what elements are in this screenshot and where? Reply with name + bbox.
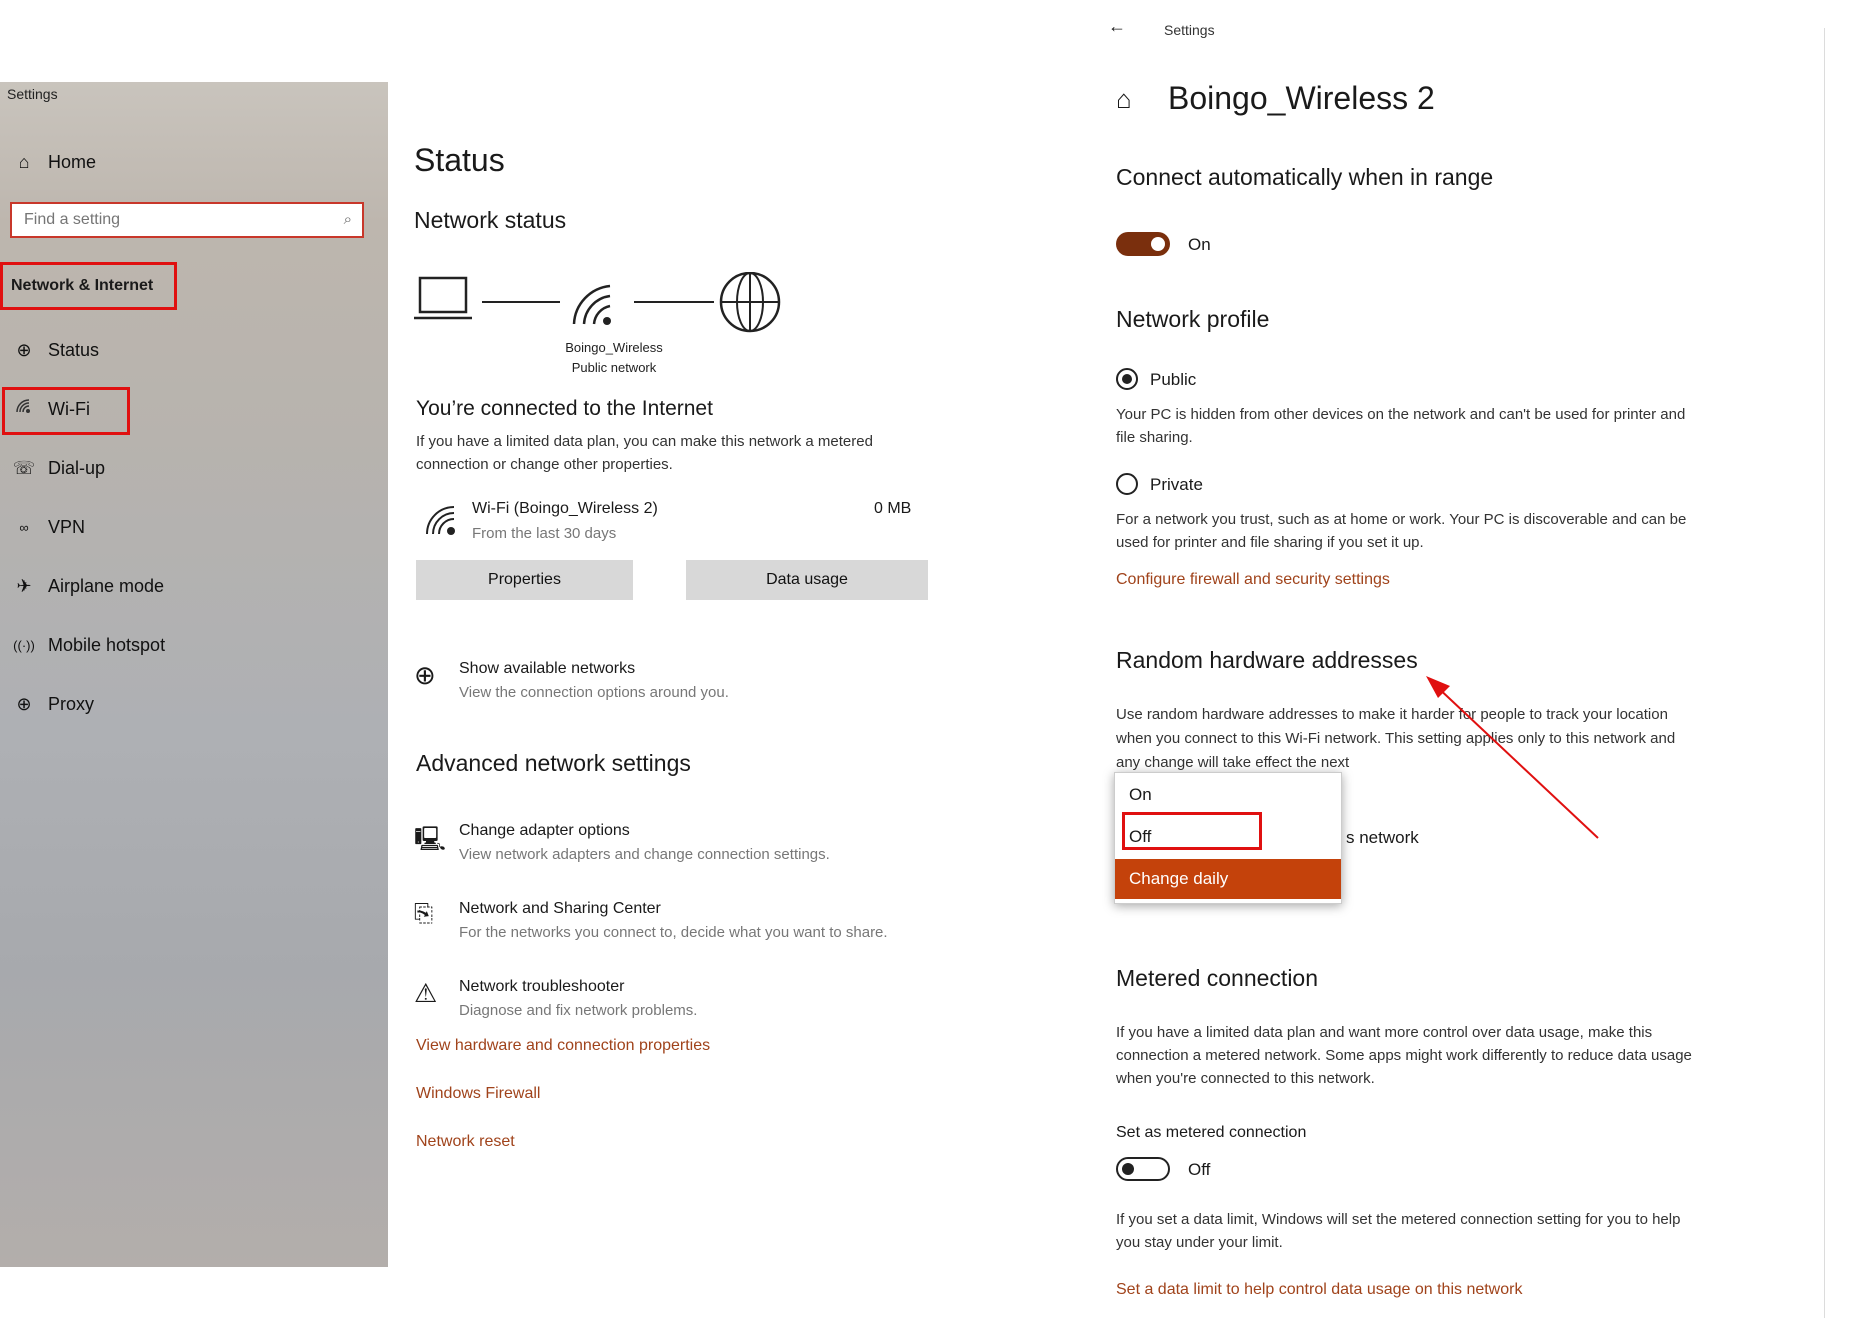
network-diagram	[414, 272, 781, 333]
random-hw-heading: Random hardware addresses	[1116, 647, 1418, 673]
globe-icon: ⊕	[414, 660, 436, 690]
sidebar-item-hotspot[interactable]: ((·)) Mobile hotspot	[0, 623, 388, 667]
connection-name: Wi-Fi (Boingo_Wireless 2)	[472, 500, 658, 517]
network-troubleshooter[interactable]: ⚠ Network troubleshooter Diagnose and fi…	[414, 978, 934, 1028]
sidebar: Settings ⌂ Home ⌕ Network & Internet ⊕ S…	[0, 82, 388, 1267]
advanced-item-sub: Diagnose and fix network problems.	[459, 1002, 698, 1019]
sidebar-item-label: Status	[48, 339, 100, 360]
public-radio[interactable]	[1116, 368, 1138, 390]
globe-icon: ⊕	[16, 339, 32, 360]
change-adapter-options[interactable]: 🖳 Change adapter options View network ad…	[414, 822, 934, 872]
page-title: Status	[414, 142, 505, 178]
phone-icon: ☏	[12, 457, 36, 478]
sidebar-item-status[interactable]: ⊕ Status	[0, 328, 388, 372]
data-limit-link[interactable]: Set a data limit to help control data us…	[1116, 1281, 1522, 1299]
connected-heading: You’re connected to the Internet	[416, 397, 713, 420]
sidebar-item-proxy[interactable]: ⊕ Proxy	[0, 682, 388, 726]
search-input[interactable]	[22, 210, 326, 230]
wifi-highlight-box	[2, 387, 130, 435]
settings-window-status: Settings ⌂ Home ⌕ Network & Internet ⊕ S…	[0, 82, 950, 1267]
network-reset-link[interactable]: Network reset	[416, 1133, 515, 1151]
laptop-icon	[418, 276, 468, 314]
network-type: Public network	[571, 360, 657, 375]
annotation-arrow	[1426, 676, 1599, 839]
vpn-icon: ∞	[19, 519, 29, 535]
sidebar-item-label: Dial-up	[48, 457, 106, 478]
airplane-icon: ✈	[16, 575, 32, 596]
windows-firewall-link[interactable]: Windows Firewall	[416, 1085, 540, 1103]
metered-desc: If you have a limited data plan and want…	[1116, 1024, 1692, 1087]
dropdown-option-on[interactable]: On	[1115, 775, 1341, 815]
properties-button[interactable]: Properties	[416, 560, 633, 600]
sidebar-item-label: Airplane mode	[48, 575, 165, 596]
sidebar-item-label: Proxy	[48, 693, 95, 714]
firewall-link[interactable]: Configure firewall and security settings	[1116, 571, 1390, 589]
metered-toggle[interactable]	[1116, 1157, 1170, 1181]
app-title: Settings	[1164, 22, 1215, 38]
home-icon: ⌂	[18, 151, 30, 172]
view-hardware-link[interactable]: View hardware and connection properties	[416, 1037, 710, 1055]
sidebar-item-label: Mobile hotspot	[48, 634, 166, 655]
network-profile-heading: Network profile	[1116, 306, 1270, 332]
metered-state: Off	[1188, 1160, 1211, 1179]
hotspot-icon: ((·))	[13, 637, 35, 653]
advanced-heading: Advanced network settings	[416, 750, 691, 776]
sidebar-item-label: VPN	[48, 516, 86, 537]
home-icon: ⌂	[1116, 84, 1132, 114]
network-sharing-center[interactable]: ⎘ Network and Sharing Center For the net…	[414, 900, 934, 950]
advanced-item-sub: View network adapters and change connect…	[459, 846, 830, 863]
sidebar-item-dialup[interactable]: ☏ Dial-up	[0, 446, 388, 490]
sidebar-item-home[interactable]: ⌂ Home	[0, 140, 388, 184]
show-available-networks[interactable]: ⊕ Show available networks View the conne…	[414, 660, 934, 710]
connect-auto-state: On	[1188, 235, 1211, 254]
globe-icon: ⊕	[16, 693, 32, 714]
connected-text: If you have a limited data plan, you can…	[416, 433, 873, 473]
public-label: Public	[1150, 370, 1197, 389]
status-page: Status Network status Boingo_Wireless Pu…	[414, 82, 934, 1267]
page-title: Boingo_Wireless 2	[1168, 80, 1435, 116]
back-button[interactable]: ←	[1108, 16, 1126, 37]
warning-icon: ⚠	[414, 978, 438, 1008]
adapter-icon: 🖳	[414, 826, 447, 853]
show-networks-sub: View the connection options around you.	[459, 684, 729, 701]
app-title: Settings	[7, 86, 58, 102]
private-label: Private	[1150, 475, 1203, 494]
data-limit-desc: If you set a data limit, Windows will se…	[1116, 1211, 1681, 1251]
advanced-item-title: Network troubleshooter	[459, 978, 625, 995]
sidebar-item-airplane[interactable]: ✈ Airplane mode	[0, 564, 388, 608]
metered-heading: Metered connection	[1116, 965, 1319, 991]
connect-auto-toggle[interactable]	[1116, 232, 1170, 256]
network-name: Boingo_Wireless	[565, 340, 663, 355]
public-desc: Your PC is hidden from other devices on …	[1116, 406, 1686, 446]
sidebar-item-label: Home	[48, 151, 97, 172]
network-status-heading: Network status	[414, 207, 567, 233]
show-networks-title: Show available networks	[459, 660, 636, 677]
sidebar-item-vpn[interactable]: ∞ VPN	[0, 505, 388, 549]
connect-auto-heading: Connect automatically when in range	[1116, 164, 1494, 190]
advanced-item-title: Change adapter options	[459, 822, 630, 839]
connection-usage: 0 MB	[874, 500, 912, 517]
private-desc: For a network you trust, such as at home…	[1116, 511, 1687, 551]
advanced-item-sub: For the networks you connect to, decide …	[459, 924, 888, 941]
data-usage-button[interactable]: Data usage	[686, 560, 928, 600]
set-metered-label: Set as metered connection	[1116, 1124, 1307, 1141]
sharing-icon: ⎘	[414, 900, 434, 927]
category-network-internet: Network & Internet	[0, 262, 177, 310]
connection-period: From the last 30 days	[472, 525, 617, 542]
dropdown-option-change-daily[interactable]: Change daily	[1115, 859, 1341, 899]
private-radio[interactable]	[1116, 473, 1138, 495]
search-box[interactable]: ⌕	[10, 202, 364, 238]
wifi-icon	[426, 506, 455, 535]
search-icon[interactable]: ⌕	[344, 211, 352, 228]
off-highlight-box	[1122, 812, 1262, 850]
diagram-label: Boingo_Wireless Public network	[524, 338, 704, 378]
advanced-item-title: Network and Sharing Center	[459, 900, 661, 917]
